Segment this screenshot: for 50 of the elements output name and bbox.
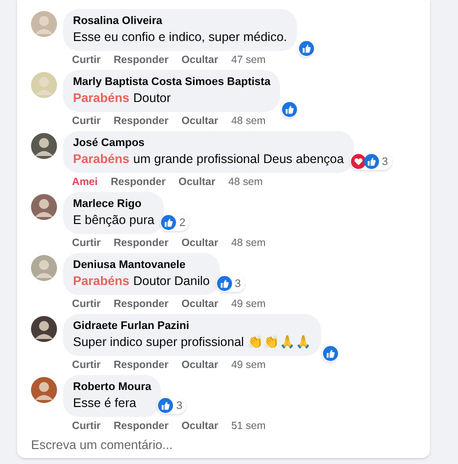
comment-input[interactable]: Escreva um comentário... xyxy=(31,438,231,452)
author-name[interactable]: Marlece Rigo xyxy=(73,197,154,211)
comment-text: Esse é fera xyxy=(73,396,136,410)
author-name[interactable]: Gidraete Furlan Pazini xyxy=(73,319,312,333)
highlighted-word: Parabéns xyxy=(73,152,130,166)
action-link[interactable]: Ocultar xyxy=(181,420,218,432)
timestamp[interactable]: 48 sem xyxy=(228,176,263,188)
author-name[interactable]: Marly Baptista Costa Simoes Baptista xyxy=(73,75,270,89)
action-link[interactable]: Ocultar xyxy=(181,115,218,127)
action-link[interactable]: Curtir xyxy=(72,115,101,127)
action-link[interactable]: Ocultar xyxy=(181,54,218,66)
action-link[interactable]: Curtir xyxy=(72,54,101,66)
comment-text: Esse eu confio e indico, super médico. xyxy=(73,30,288,44)
comment-text: Doutor Danilo xyxy=(133,274,210,288)
action-link[interactable]: Curtir xyxy=(72,298,101,310)
author-name[interactable]: Rosalina Oliveira xyxy=(73,14,288,28)
action-link[interactable]: Responder xyxy=(114,237,168,249)
action-link[interactable]: Ocultar xyxy=(181,237,218,249)
action-link[interactable]: Amei xyxy=(72,176,98,188)
author-name[interactable]: Roberto Moura xyxy=(73,380,152,394)
action-link[interactable]: Ocultar xyxy=(178,176,216,188)
action-link[interactable]: Ocultar xyxy=(181,359,218,371)
action-link[interactable]: Responder xyxy=(114,298,168,310)
action-link[interactable]: Curtir xyxy=(72,237,101,249)
reaction-summary[interactable]: 2 xyxy=(160,214,190,231)
action-link[interactable]: Responder xyxy=(114,359,168,371)
action-link[interactable]: Responder xyxy=(114,420,168,432)
author-name[interactable]: José Campos xyxy=(73,136,344,150)
action-link[interactable]: Curtir xyxy=(72,420,101,432)
timestamp[interactable]: 48 sem xyxy=(231,237,266,249)
comment-text: Doutor xyxy=(133,91,171,105)
action-link[interactable]: Curtir xyxy=(72,359,101,371)
reaction-summary[interactable]: 3 xyxy=(350,153,392,170)
comment-text: E bênção pura xyxy=(73,213,154,227)
action-link[interactable]: Responder xyxy=(110,176,166,188)
action-link[interactable]: Responder xyxy=(114,54,168,66)
highlighted-word: Parabéns xyxy=(73,91,130,105)
comment-text: Super indico super profissional 👏👏🙏🙏 xyxy=(73,335,312,349)
comment-text: um grande profissional Deus abençoa xyxy=(133,152,344,166)
timestamp[interactable]: 49 sem xyxy=(231,359,266,371)
action-link[interactable]: Responder xyxy=(114,115,168,127)
highlighted-word: Parabéns xyxy=(73,274,130,288)
timestamp[interactable]: 48 sem xyxy=(231,115,266,127)
timestamp[interactable]: 47 sem xyxy=(231,54,266,66)
timestamp[interactable]: 51 sem xyxy=(231,420,266,432)
reaction-summary[interactable]: 3 xyxy=(157,397,186,414)
timestamp[interactable]: 49 sem xyxy=(231,298,266,310)
action-link[interactable]: Ocultar xyxy=(181,298,218,310)
author-name[interactable]: Deniusa Mantovanele xyxy=(73,258,210,272)
reaction-summary[interactable]: 3 xyxy=(216,275,245,292)
